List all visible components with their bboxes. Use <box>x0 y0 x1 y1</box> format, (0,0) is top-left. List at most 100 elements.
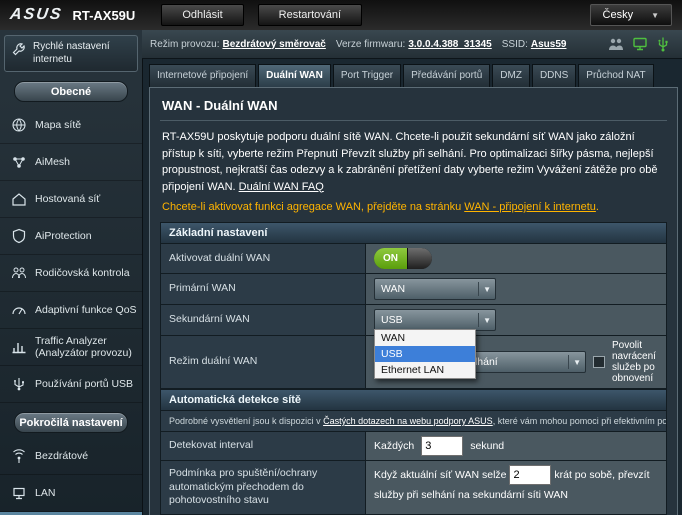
basic-config-header: Základní nastavení <box>161 223 666 244</box>
wrench-icon <box>11 43 27 64</box>
status-icons <box>608 36 674 52</box>
section-general: Obecné <box>14 81 128 102</box>
page-title: WAN - Duální WAN <box>150 88 677 120</box>
model-name: RT-AX59U <box>72 8 135 23</box>
tab-nat-passthrough[interactable]: Průchod NAT <box>578 64 653 87</box>
auto-detection-header: Automatická detekce sítě <box>161 390 666 411</box>
secondary-wan-dropdown: WAN USB Ethernet LAN <box>374 329 476 379</box>
sidebar-item-parental-controls[interactable]: Rodičovská kontrola <box>0 255 142 292</box>
asus-support-faq-link[interactable]: Častých dotazech na webu podpory ASUS <box>323 416 493 426</box>
sidebar-item-adaptive-qos[interactable]: Adaptivní funkce QoS <box>0 292 142 329</box>
sidebar-item-guest-network[interactable]: Hostovaná síť <box>0 181 142 218</box>
secondary-wan-select[interactable]: USB ▼ <box>374 309 496 331</box>
auto-detection-note: Podrobné vysvětlení jsou k dispozici v Č… <box>161 411 666 432</box>
sidebar-item-label: Používání portů USB <box>35 378 133 390</box>
description-text: RT-AX59U poskytuje podporu duální sítě W… <box>162 131 657 193</box>
tab-bar: Internetové připojení Duální WAN Port Tr… <box>142 58 682 87</box>
sidebar-item-usb-application[interactable]: Používání portů USB <box>0 366 142 403</box>
usb-ports-icon <box>10 375 28 393</box>
chevron-down-icon: ▼ <box>651 11 659 20</box>
secondary-wan-label: Sekundární WAN <box>161 305 366 335</box>
operation-mode-link[interactable]: Bezdrátový směrovač <box>222 39 325 50</box>
operation-mode-label: Režim provozu: <box>150 39 219 50</box>
failback-label: Povolit navrácení služeb po obnovení <box>612 340 658 384</box>
wan-internet-connection-link[interactable]: WAN - připojení k internetu <box>464 201 596 213</box>
sidebar-item-network-map[interactable]: Mapa sítě <box>0 107 142 144</box>
qos-icon <box>10 301 28 319</box>
chevron-down-icon: ▼ <box>478 282 491 296</box>
sidebar-item-traffic-analyzer[interactable]: Traffic Analyzer (Analyzátor provozu) <box>0 329 142 366</box>
sidebar-item-label: Adaptivní funkce QoS <box>35 304 137 316</box>
network-map-icon <box>10 116 28 134</box>
sidebar-item-label: LAN <box>35 487 55 499</box>
secondary-wan-row: Sekundární WAN USB ▼ WAN USB Ethernet LA… <box>161 305 666 336</box>
section-advanced: Pokročilá nastavení <box>14 412 128 433</box>
aggregation-note-text: Chcete-li aktivovat funkci agregace WAN,… <box>162 201 461 213</box>
tab-dmz[interactable]: DMZ <box>492 64 530 87</box>
sidebar-item-lan[interactable]: LAN <box>0 475 142 512</box>
interval-pre-text: Každých <box>374 440 414 452</box>
tab-port-trigger[interactable]: Port Trigger <box>333 64 401 87</box>
primary-wan-label: Primární WAN <box>161 274 366 304</box>
dropdown-option-ethernet-lan[interactable]: Ethernet LAN <box>375 362 475 378</box>
dropdown-option-wan[interactable]: WAN <box>375 330 475 346</box>
logout-button[interactable]: Odhlásit <box>161 4 243 26</box>
sidebar-item-label: Traffic Analyzer (Analyzátor provozu) <box>35 335 138 359</box>
status-bar: Režim provozu: Bezdrátový směrovač Verze… <box>142 30 682 59</box>
detect-interval-row: Detekovat interval Každých sekund <box>161 432 666 461</box>
internet-status-icon[interactable] <box>632 37 648 51</box>
failover-count-input[interactable] <box>509 465 551 485</box>
content-panel: WAN - Duální WAN RT-AX59U poskytuje podp… <box>149 87 678 515</box>
sidebar-item-label: AiProtection <box>35 230 92 242</box>
failover-condition-label: Podmínka pro spuštění/ochrany automatick… <box>161 461 366 514</box>
sidebar-item-label: Mapa sítě <box>35 119 81 131</box>
chevron-down-icon: ▼ <box>478 313 491 327</box>
parental-controls-icon <box>10 264 28 282</box>
aggregation-note: Chcete-li aktivovat funkci agregace WAN,… <box>150 197 677 222</box>
sidebar-item-label: Hostovaná síť <box>35 193 100 205</box>
lan-icon <box>10 484 28 502</box>
primary-wan-row: Primární WAN WAN ▼ <box>161 274 666 305</box>
ssid-label: SSID: <box>502 39 528 50</box>
shield-icon <box>10 227 28 245</box>
reboot-button[interactable]: Restartování <box>258 4 362 26</box>
tab-port-forwarding[interactable]: Předávání portů <box>403 64 490 87</box>
usb-status-icon[interactable] <box>656 36 670 52</box>
dual-wan-toggle[interactable]: ON <box>374 248 432 269</box>
quick-setup-label: Rychlé nastavení internetu <box>33 41 131 66</box>
quick-internet-setup-button[interactable]: Rychlé nastavení internetu <box>4 35 138 72</box>
interval-post-text: sekund <box>470 440 504 452</box>
failback-checkbox[interactable] <box>593 356 605 368</box>
note-pre: Podrobné vysvětlení jsou k dispozici v <box>169 416 323 426</box>
traffic-analyzer-icon <box>10 338 28 356</box>
chevron-down-icon: ▼ <box>568 355 581 369</box>
asus-logo: ASUS <box>9 6 64 24</box>
clients-icon[interactable] <box>608 37 624 51</box>
failover-pre-text: Když aktuální síť WAN selže <box>374 469 507 481</box>
sidebar-item-wireless[interactable]: Bezdrátové <box>0 438 142 475</box>
wireless-icon <box>10 447 28 465</box>
tab-dual-wan[interactable]: Duální WAN <box>258 64 331 87</box>
firmware-version-link[interactable]: 3.0.0.4.388_31345 <box>408 39 491 50</box>
failover-condition-row: Podmínka pro spuštění/ochrany automatick… <box>161 461 666 515</box>
toggle-knob <box>407 248 432 269</box>
dual-wan-faq-link[interactable]: Duální WAN FAQ <box>239 181 324 193</box>
detect-interval-label: Detekovat interval <box>161 432 366 460</box>
sidebar-item-aiprotection[interactable]: AiProtection <box>0 218 142 255</box>
dropdown-option-usb[interactable]: USB <box>375 346 475 362</box>
enable-dual-wan-row: Aktivovat duální WAN ON <box>161 244 666 274</box>
auto-detection-table: Automatická detekce sítě Podrobné vysvět… <box>160 390 667 515</box>
page-description: RT-AX59U poskytuje podporu duální sítě W… <box>150 121 677 197</box>
tab-ddns[interactable]: DDNS <box>532 64 576 87</box>
ssid-link[interactable]: Asus59 <box>531 39 567 50</box>
aggregation-note-period: . <box>596 201 599 213</box>
enable-dual-wan-label: Aktivovat duální WAN <box>161 244 366 273</box>
sidebar-item-aimesh[interactable]: AiMesh <box>0 144 142 181</box>
interval-input[interactable] <box>421 436 463 456</box>
guest-network-icon <box>10 190 28 208</box>
language-label: Česky <box>603 9 634 21</box>
tab-internet-connection[interactable]: Internetové připojení <box>149 64 256 87</box>
language-selector[interactable]: Česky ▼ <box>590 4 672 26</box>
primary-wan-select[interactable]: WAN ▼ <box>374 278 496 300</box>
primary-wan-value: WAN <box>381 283 405 295</box>
